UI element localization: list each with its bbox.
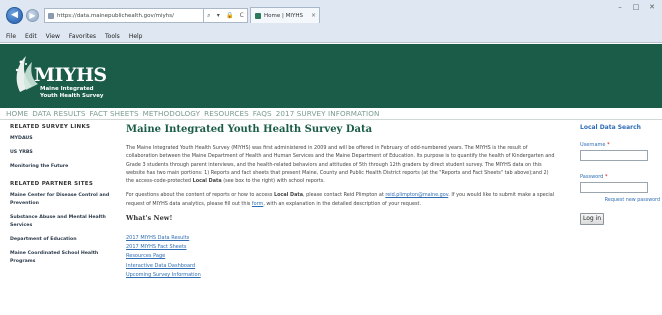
- sidebar-link-department-of-education[interactable]: Department of Education: [10, 236, 112, 244]
- maximize-icon[interactable]: □: [630, 3, 642, 11]
- whats-new-heading: What's New!: [126, 214, 173, 223]
- local-data-bold: Local Data: [192, 178, 222, 185]
- site-logo[interactable]: MIYHS Maine Integrated Youth Health Surv…: [12, 50, 112, 104]
- contact-text-end: , with an explanation in the detailed de…: [263, 200, 422, 207]
- menu-file[interactable]: File: [6, 33, 16, 40]
- menu-edit[interactable]: Edit: [25, 33, 37, 40]
- intro-text: The Maine Integrated Youth Health Survey…: [126, 145, 555, 185]
- dropdown-icon[interactable]: ▾: [217, 12, 220, 19]
- username-label: Username *: [580, 142, 660, 148]
- page-title: Maine Integrated Youth Health Survey Dat…: [126, 124, 373, 135]
- sidebar-link-us-yrbs[interactable]: US YRBS: [10, 149, 112, 157]
- sidebar-link-maine-cdc[interactable]: Maine Center for Disease Control and Pre…: [10, 192, 112, 208]
- site-header: MIYHS Maine Integrated Youth Health Surv…: [0, 44, 662, 108]
- sidebar-link-coordinated-school-health[interactable]: Maine Coordinated School Health Programs: [10, 250, 112, 266]
- tab-favicon-icon: [255, 12, 261, 19]
- sidebar-link-samhs[interactable]: Substance Abuse and Mental Health Servic…: [10, 214, 112, 230]
- tab-title: Home | MIYHS: [264, 12, 303, 19]
- news-link-2017-data-results[interactable]: 2017 MIYHS Data Results: [126, 234, 558, 243]
- news-link-resources-page[interactable]: Resources Page: [126, 252, 558, 261]
- sidebar-link-mydaus[interactable]: MYDAUS: [10, 135, 112, 143]
- password-input[interactable]: [580, 182, 648, 193]
- logo-subtitle: Maine Integrated Youth Health Survey: [40, 86, 104, 99]
- address-bar[interactable]: https://data.mainepublichealth.gov/miyhs…: [44, 8, 204, 23]
- related-survey-links: RELATED SURVEY LINKS MYDAUS US YRBS Moni…: [10, 124, 112, 171]
- site-favicon-icon: [48, 12, 54, 19]
- logo-subtitle-line: Maine Integrated: [40, 86, 94, 92]
- nav-faqs[interactable]: FAQS: [253, 109, 272, 118]
- minimize-icon[interactable]: –: [614, 3, 626, 11]
- password-label-text: Password: [580, 174, 604, 180]
- menu-bar: File Edit View Favorites Tools Help: [0, 30, 662, 42]
- browser-tab[interactable]: Home | MIYHS ×: [250, 7, 320, 23]
- contact-text: , please contact Reid Plimpton at: [303, 192, 386, 199]
- nav-home[interactable]: HOME: [6, 109, 28, 118]
- window-controls: – □ ✕: [614, 3, 658, 11]
- nav-methodology[interactable]: METHODOLOGY: [143, 109, 201, 118]
- address-url[interactable]: https://data.mainepublichealth.gov/miyhs…: [57, 13, 174, 19]
- username-input[interactable]: [580, 150, 648, 161]
- username-label-text: Username: [580, 142, 606, 148]
- news-link-2017-fact-sheets[interactable]: 2017 MIYHS Fact Sheets: [126, 243, 558, 252]
- request-form-link[interactable]: form: [252, 201, 263, 207]
- browser-titlebar: ◀ ▶ https://data.mainepublichealth.gov/m…: [0, 0, 662, 29]
- related-partner-sites: RELATED PARTNER SITES Maine Center for D…: [10, 181, 112, 266]
- address-tools: ⌕ ▾ 🔒 C: [204, 8, 248, 23]
- nav-data-results[interactable]: DATA RESULTS: [32, 109, 85, 118]
- menu-view[interactable]: View: [46, 33, 60, 40]
- local-data-login: Local Data Search Username * Password * …: [580, 124, 660, 225]
- main-content: Maine Integrated Youth Health Survey Dat…: [126, 124, 558, 280]
- news-link-interactive-dashboard[interactable]: Interactive Data Dashboard: [126, 262, 558, 271]
- site-nav: HOME DATA RESULTS FACT SHEETS METHODOLOG…: [0, 108, 662, 120]
- intro-text-end: (see box to the right) with school repor…: [221, 178, 325, 185]
- forward-button[interactable]: ▶: [26, 9, 39, 22]
- related-links-heading: RELATED SURVEY LINKS: [10, 124, 91, 130]
- local-data-bold: Local Data: [273, 192, 304, 199]
- lock-icon[interactable]: 🔒: [226, 12, 233, 19]
- menu-tools[interactable]: Tools: [105, 33, 120, 40]
- close-icon[interactable]: ✕: [646, 3, 658, 11]
- left-sidebar: RELATED SURVEY LINKS MYDAUS US YRBS Moni…: [10, 124, 112, 276]
- password-label: Password *: [580, 174, 660, 180]
- required-mark: *: [604, 174, 608, 180]
- contact-text: For questions about the content of repor…: [126, 192, 274, 199]
- refresh-icon[interactable]: C: [240, 12, 244, 19]
- logo-title: MIYHS: [34, 64, 107, 86]
- contact-paragraph: For questions about the content of repor…: [126, 191, 558, 208]
- sidebar-link-monitoring-the-future[interactable]: Monitoring the Future: [10, 163, 112, 171]
- login-button[interactable]: Log in: [580, 213, 604, 225]
- forward-arrow-icon: ▶: [29, 11, 36, 20]
- required-mark: *: [607, 142, 610, 148]
- login-title: Local Data Search: [580, 124, 641, 131]
- partner-heading: RELATED PARTNER SITES: [10, 181, 94, 187]
- search-icon[interactable]: ⌕: [207, 12, 210, 20]
- menu-help[interactable]: Help: [129, 33, 143, 40]
- logo-subtitle-line: Youth Health Survey: [40, 92, 104, 99]
- news-link-upcoming-survey-info[interactable]: Upcoming Survey Information: [126, 271, 558, 280]
- back-button[interactable]: ◀: [6, 7, 23, 24]
- nav-fact-sheets[interactable]: FACT SHEETS: [90, 109, 139, 118]
- back-arrow-icon: ◀: [11, 10, 18, 20]
- contact-email-link[interactable]: reid.plimpton@maine.gov: [385, 192, 448, 198]
- nav-resources[interactable]: RESOURCES: [204, 109, 249, 118]
- intro-paragraph: The Maine Integrated Youth Health Survey…: [126, 144, 558, 185]
- menu-favorites[interactable]: Favorites: [69, 33, 96, 40]
- nav-2017-survey-information[interactable]: 2017 SURVEY INFORMATION: [276, 109, 380, 118]
- tab-close-icon[interactable]: ×: [311, 12, 316, 19]
- browser-chrome: ◀ ▶ https://data.mainepublichealth.gov/m…: [0, 0, 662, 43]
- request-new-password-link[interactable]: Request new password: [580, 198, 660, 203]
